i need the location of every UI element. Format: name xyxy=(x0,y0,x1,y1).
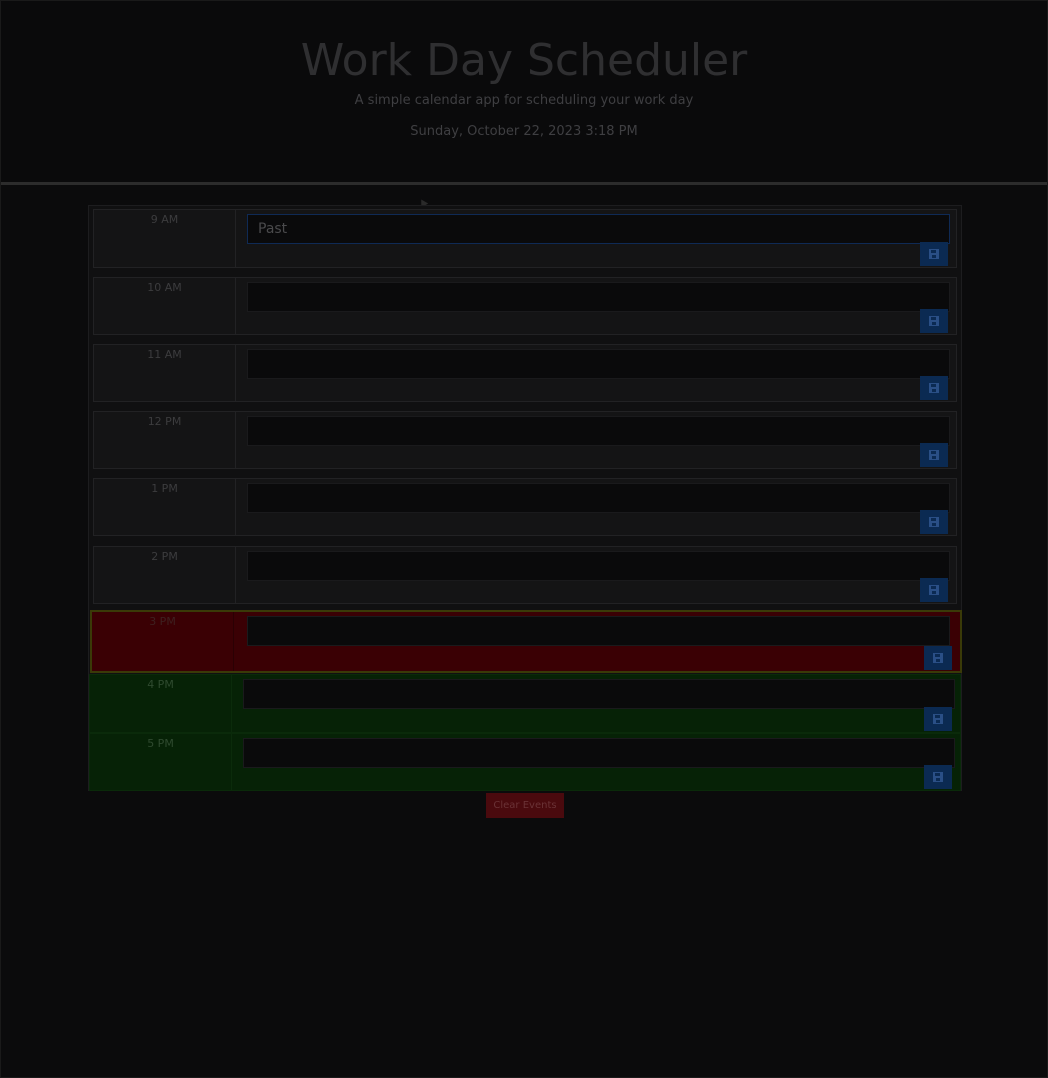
event-input[interactable] xyxy=(243,679,955,709)
page-subtitle: A simple calendar app for scheduling you… xyxy=(354,93,694,108)
time-block-3pm: 3 PM xyxy=(90,610,962,673)
save-icon xyxy=(929,249,939,259)
save-icon xyxy=(929,316,939,326)
save-button[interactable] xyxy=(920,309,948,333)
time-block-9am: 9 AM xyxy=(93,209,957,268)
save-button[interactable] xyxy=(920,578,948,602)
page-title: Work Day Scheduler xyxy=(300,35,748,86)
save-icon xyxy=(933,653,943,663)
save-button[interactable] xyxy=(920,242,948,266)
event-input[interactable] xyxy=(247,282,950,312)
scheduler-container: 9 AM 10 AM 11 AM 12 PM 1 PM 2 PM xyxy=(88,205,962,791)
save-button[interactable] xyxy=(920,376,948,400)
hour-label: 11 AM xyxy=(94,345,236,401)
save-button[interactable] xyxy=(924,707,952,731)
page: Work Day Scheduler A simple calendar app… xyxy=(0,0,1048,1078)
save-button[interactable] xyxy=(920,443,948,467)
save-icon xyxy=(929,450,939,460)
hour-label: 5 PM xyxy=(90,734,232,790)
hour-label: 12 PM xyxy=(94,412,236,468)
time-block-10am: 10 AM xyxy=(93,277,957,335)
hour-label: 9 AM xyxy=(94,210,236,267)
clear-events-button[interactable]: Clear Events xyxy=(486,793,564,818)
current-date: Sunday, October 22, 2023 3:18 PM xyxy=(410,124,638,139)
header: Work Day Scheduler A simple calendar app… xyxy=(1,1,1047,185)
hour-label: 3 PM xyxy=(92,612,234,671)
time-block-11am: 11 AM xyxy=(93,344,957,402)
save-icon xyxy=(929,383,939,393)
time-block-4pm: 4 PM xyxy=(89,674,961,733)
time-block-1pm: 1 PM xyxy=(93,478,957,536)
event-input[interactable] xyxy=(243,738,955,768)
event-input[interactable] xyxy=(247,483,950,513)
hour-label: 4 PM xyxy=(90,675,232,732)
save-icon xyxy=(929,585,939,595)
time-block-12pm: 12 PM xyxy=(93,411,957,469)
save-icon xyxy=(933,772,943,782)
time-block-5pm: 5 PM xyxy=(89,733,961,791)
event-input[interactable] xyxy=(247,616,950,646)
hour-label: 10 AM xyxy=(94,278,236,334)
save-icon xyxy=(933,714,943,724)
event-input[interactable] xyxy=(247,214,950,244)
hour-label: 2 PM xyxy=(94,547,236,603)
save-button[interactable] xyxy=(924,765,952,789)
save-icon xyxy=(929,517,939,527)
hour-label: 1 PM xyxy=(94,479,236,535)
save-button[interactable] xyxy=(920,510,948,534)
save-button[interactable] xyxy=(924,646,952,670)
event-input[interactable] xyxy=(247,349,950,379)
event-input[interactable] xyxy=(247,551,950,581)
time-block-2pm: 2 PM xyxy=(93,546,957,604)
event-input[interactable] xyxy=(247,416,950,446)
